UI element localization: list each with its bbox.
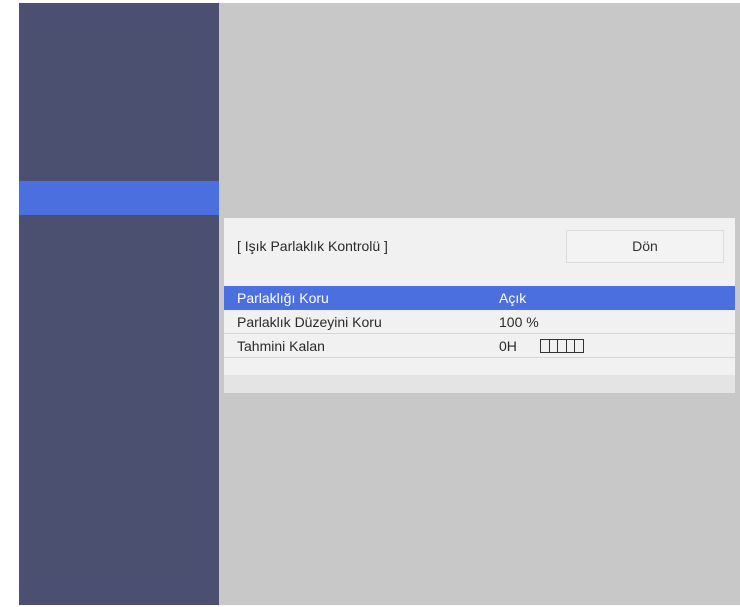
row-label: Tahmini Kalan (237, 338, 325, 354)
gauge-segment (566, 340, 576, 352)
gauge-segment (541, 340, 550, 352)
row-value: Açık (499, 290, 527, 306)
gauge-segment (549, 340, 559, 352)
row-value: 0H (499, 338, 517, 354)
menu-row-estimated-remaining[interactable]: Tahmini Kalan 0H (224, 334, 735, 358)
menu-row-maintain-brightness[interactable]: Parlaklığı Koru Açık (224, 286, 735, 310)
remaining-gauge (540, 339, 584, 353)
row-label: Parlaklığı Koru (237, 290, 329, 306)
sidebar (19, 3, 219, 605)
gauge-segment (575, 340, 583, 352)
row-value: 100 % (499, 314, 539, 330)
gauge-segment (558, 340, 567, 352)
back-button[interactable]: Dön (566, 230, 724, 263)
panel-footer (224, 375, 735, 393)
panel-title: [ Işık Parlaklık Kontrolü ] (237, 238, 388, 254)
row-label: Parlaklık Düzeyini Koru (237, 314, 382, 330)
sidebar-selected-item[interactable] (19, 181, 219, 215)
light-brightness-panel: [ Işık Parlaklık Kontrolü ] Dön Parlaklı… (224, 218, 735, 393)
projector-menu-screen: [ Işık Parlaklık Kontrolü ] Dön Parlaklı… (19, 3, 740, 605)
menu-row-brightness-level[interactable]: Parlaklık Düzeyini Koru 100 % (224, 310, 735, 334)
